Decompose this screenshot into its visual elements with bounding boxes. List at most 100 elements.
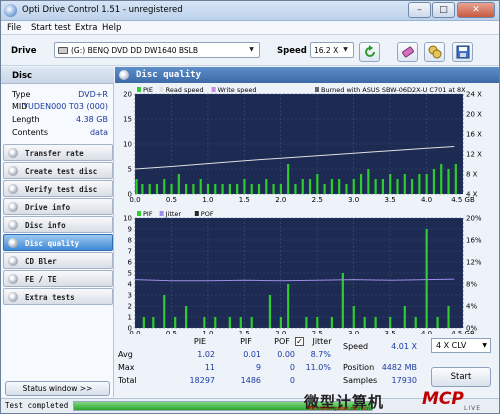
- bar: [363, 317, 366, 328]
- nav-disc-quality[interactable]: Disc quality: [3, 234, 113, 251]
- test-speed-value: 4 X CLV: [436, 341, 467, 350]
- nav-extra-tests[interactable]: Extra tests: [3, 288, 113, 305]
- bar: [199, 179, 202, 194]
- bar: [192, 184, 195, 194]
- bar: [236, 184, 239, 194]
- nav-verify-test-disc[interactable]: Verify test disc: [3, 180, 113, 197]
- bar: [305, 317, 308, 328]
- legend-swatch: [159, 211, 164, 216]
- maximize-button[interactable]: □: [432, 2, 455, 18]
- bar: [214, 317, 217, 328]
- bar: [425, 229, 428, 328]
- speed-select[interactable]: 16.2 X ▼: [310, 42, 354, 58]
- watermark-mcp: MCP: [422, 389, 464, 409]
- bar: [381, 179, 385, 194]
- bar: [272, 184, 275, 194]
- run-speed-value: 4.01 X: [391, 342, 417, 351]
- bar: [316, 174, 319, 194]
- save-button[interactable]: [452, 42, 473, 62]
- y2-tick-label: 16 X: [466, 131, 482, 139]
- nav-cd-bler[interactable]: CD Bler: [3, 252, 113, 269]
- y2-tick-label: 16%: [466, 237, 482, 245]
- eraser-icon: [402, 46, 414, 58]
- bar: [447, 169, 450, 194]
- jitter-checkbox[interactable]: ✓: [295, 337, 304, 346]
- legend-label: POF: [201, 210, 214, 218]
- position-value: 4482 MB: [381, 363, 417, 372]
- app-disc-icon: [4, 4, 17, 17]
- bar: [163, 295, 166, 328]
- start-button[interactable]: Start: [431, 367, 491, 387]
- status-window-button[interactable]: Status window >>: [5, 381, 110, 396]
- position-label: Position: [343, 363, 375, 372]
- stats-avg-pie: 1.02: [197, 350, 215, 359]
- bar: [341, 273, 344, 328]
- x-tick-label: 2.0: [275, 196, 286, 204]
- stats-avg-pif: 0.01: [243, 350, 261, 359]
- bar: [316, 317, 319, 328]
- menu-extra[interactable]: Extra: [75, 23, 97, 33]
- stats-avg-label: Avg: [118, 350, 133, 359]
- close-button[interactable]: ✕: [457, 2, 495, 18]
- drive-select[interactable]: (G:) BENQ DVD DD DW1640 BSLB ▼: [54, 42, 260, 58]
- copy-disc-button[interactable]: [424, 42, 445, 62]
- legend-swatch: [194, 211, 199, 216]
- bar: [152, 317, 155, 328]
- disc-icon: [8, 166, 18, 176]
- bar: [228, 184, 231, 194]
- bar: [414, 317, 417, 328]
- y-tick-label: 5: [128, 166, 132, 174]
- x-tick-label: 3.5: [385, 196, 396, 204]
- drive-icon: [58, 47, 68, 54]
- bar: [279, 184, 282, 194]
- bar: [214, 184, 217, 194]
- nav-label: CD Bler: [25, 257, 57, 266]
- menu-help[interactable]: Help: [102, 23, 121, 33]
- y2-tick-label: 20%: [466, 215, 482, 223]
- bar: [323, 184, 326, 194]
- bar: [265, 179, 268, 194]
- bar: [185, 184, 188, 194]
- bar: [359, 174, 363, 194]
- bar: [174, 317, 177, 328]
- erase-button[interactable]: [397, 42, 418, 62]
- disc-icon: [8, 274, 18, 284]
- chevron-down-icon: ▼: [482, 342, 487, 349]
- legend-swatch: [137, 211, 141, 216]
- disc-contents-value: data: [89, 128, 108, 137]
- nav-create-test-disc[interactable]: Create test disc: [3, 162, 113, 179]
- refresh-button[interactable]: [359, 42, 380, 62]
- y2-tick-label: 0%: [466, 325, 477, 333]
- minimize-button[interactable]: –: [408, 2, 431, 18]
- nav-drive-info[interactable]: Drive info: [3, 198, 113, 215]
- nav-fe-te[interactable]: FE / TE: [3, 270, 113, 287]
- test-speed-select[interactable]: 4 X CLV ▼: [431, 338, 491, 353]
- panel-title: Disc quality: [136, 70, 202, 80]
- y-tick-label: 0: [128, 325, 132, 333]
- samples-label: Samples: [343, 376, 378, 385]
- bar: [279, 317, 282, 328]
- disc-length-value: 4.38 GB: [75, 115, 108, 124]
- stats-max-label: Max: [118, 363, 135, 372]
- y2-tick-label: 4 X: [466, 191, 478, 199]
- nav-disc-info[interactable]: Disc info: [3, 216, 113, 233]
- bar: [389, 174, 392, 194]
- bar: [403, 306, 406, 328]
- stats-max-pof: 0: [289, 363, 295, 372]
- bar: [374, 317, 377, 328]
- nav-label: Drive info: [25, 203, 71, 212]
- chevron-down-icon: ▼: [343, 46, 348, 53]
- y2-tick-label: 4%: [466, 303, 477, 311]
- y-tick-label: 8: [128, 237, 132, 245]
- disc-type-value: DVD+R: [78, 90, 108, 99]
- disc-icon: [8, 220, 18, 230]
- bar: [142, 317, 145, 328]
- nav-transfer-rate[interactable]: Transfer rate: [3, 144, 113, 161]
- nav-label: Create test disc: [25, 167, 98, 176]
- left-panel: Disc Type DVD+R MID YUDEN000 T03 (000) L…: [1, 67, 114, 397]
- menu-start-test[interactable]: Start test: [31, 23, 71, 33]
- menu-file[interactable]: File: [7, 23, 21, 33]
- legend-label: Jitter: [165, 210, 182, 218]
- bar: [440, 164, 443, 194]
- speed-label: Speed: [277, 46, 307, 56]
